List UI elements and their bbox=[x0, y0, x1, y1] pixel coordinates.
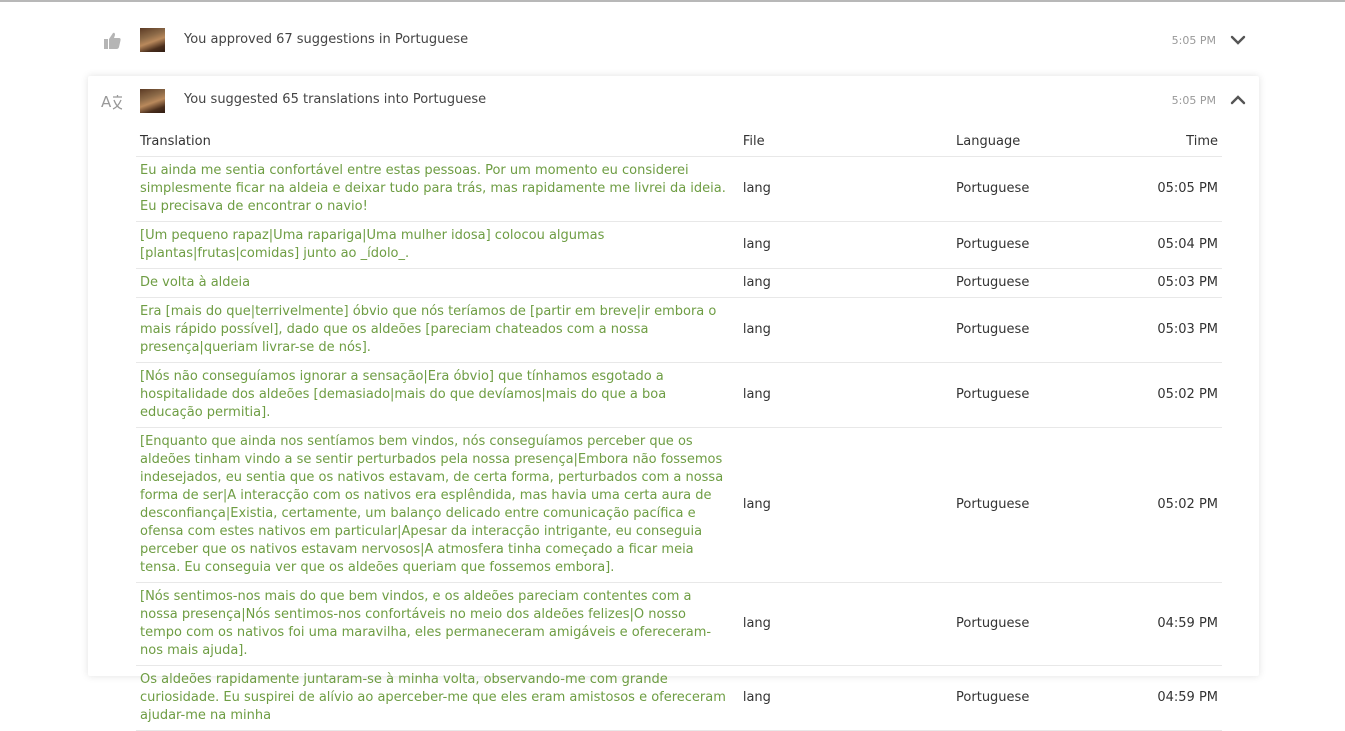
column-header-language: Language bbox=[952, 126, 1109, 157]
time-cell: 05:04 PM bbox=[1108, 221, 1222, 269]
time-cell: 05:05 PM bbox=[1108, 156, 1222, 222]
language-cell: Portuguese bbox=[952, 582, 1109, 666]
file-cell: lang bbox=[738, 582, 953, 666]
activity-time: 5:05 PM bbox=[1171, 94, 1216, 107]
language-cell: Portuguese bbox=[952, 665, 1109, 731]
file-cell: lang bbox=[738, 362, 953, 428]
translation-cell[interactable]: [Nós sentimos-nos mais do que bem vindos… bbox=[136, 582, 739, 666]
language-cell: Portuguese bbox=[952, 362, 1109, 428]
file-cell: lang bbox=[738, 297, 953, 363]
time-cell: 05:03 PM bbox=[1108, 297, 1222, 363]
chevron-up-icon[interactable] bbox=[1229, 91, 1247, 109]
thumbs-up-icon bbox=[100, 29, 124, 53]
activity-text: You suggested 65 translations into Portu… bbox=[184, 92, 487, 107]
time-cell: 04:59 PM bbox=[1108, 665, 1222, 731]
translations-table: Translation File Language Time Eu ainda … bbox=[136, 126, 1222, 731]
top-divider bbox=[0, 0, 1345, 2]
column-header-file: File bbox=[738, 126, 953, 157]
table-row: [Nós sentimos-nos mais do que bem vindos… bbox=[136, 582, 1222, 666]
activity-suggested: A You suggested 65 translations into Por… bbox=[88, 76, 1259, 731]
chevron-down-icon[interactable] bbox=[1229, 31, 1247, 49]
translation-cell[interactable]: Eu ainda me sentia confortável entre est… bbox=[136, 156, 739, 222]
file-cell: lang bbox=[738, 221, 953, 269]
activity-approved: You approved 67 suggestions in Portugues… bbox=[88, 14, 1259, 68]
table-row: De volta à aldeia lang Portuguese 05:03 … bbox=[136, 268, 1222, 298]
translation-cell[interactable]: Os aldeões rapidamente juntaram-se à min… bbox=[136, 665, 739, 731]
time-cell: 05:03 PM bbox=[1108, 268, 1222, 298]
activity-time: 5:05 PM bbox=[1171, 34, 1216, 47]
translation-cell[interactable]: [Nós não conseguíamos ignorar a sensação… bbox=[136, 362, 739, 428]
table-row: [Nós não conseguíamos ignorar a sensação… bbox=[136, 362, 1222, 428]
translation-cell[interactable]: De volta à aldeia bbox=[136, 268, 739, 298]
table-header-row: Translation File Language Time bbox=[136, 126, 1222, 157]
file-cell: lang bbox=[738, 665, 953, 731]
table-row: [Um pequeno rapaz|Uma rapariga|Uma mulhe… bbox=[136, 221, 1222, 269]
svg-text:A: A bbox=[101, 93, 112, 111]
table-row: [Enquanto que ainda nos sentíamos bem vi… bbox=[136, 427, 1222, 583]
language-cell: Portuguese bbox=[952, 297, 1109, 363]
avatar bbox=[140, 89, 165, 113]
file-cell: lang bbox=[738, 156, 953, 222]
table-row: Era [mais do que|terrivelmente] óbvio qu… bbox=[136, 297, 1222, 363]
translation-cell[interactable]: [Um pequeno rapaz|Uma rapariga|Uma mulhe… bbox=[136, 221, 739, 269]
translation-cell[interactable]: Era [mais do que|terrivelmente] óbvio qu… bbox=[136, 297, 739, 363]
avatar bbox=[140, 28, 165, 52]
language-cell: Portuguese bbox=[952, 268, 1109, 298]
activity-text: You approved 67 suggestions in Portugues… bbox=[184, 32, 469, 47]
column-header-translation: Translation bbox=[136, 126, 739, 157]
time-cell: 05:02 PM bbox=[1108, 362, 1222, 428]
table-row: Os aldeões rapidamente juntaram-se à min… bbox=[136, 665, 1222, 731]
translation-cell[interactable]: [Enquanto que ainda nos sentíamos bem vi… bbox=[136, 427, 739, 583]
language-cell: Portuguese bbox=[952, 156, 1109, 222]
language-cell: Portuguese bbox=[952, 221, 1109, 269]
file-cell: lang bbox=[738, 427, 953, 583]
column-header-time: Time bbox=[1108, 126, 1222, 157]
language-cell: Portuguese bbox=[952, 427, 1109, 583]
table-row: Eu ainda me sentia confortável entre est… bbox=[136, 156, 1222, 222]
translate-icon: A bbox=[100, 89, 124, 113]
file-cell: lang bbox=[738, 268, 953, 298]
time-cell: 04:59 PM bbox=[1108, 582, 1222, 666]
time-cell: 05:02 PM bbox=[1108, 427, 1222, 583]
